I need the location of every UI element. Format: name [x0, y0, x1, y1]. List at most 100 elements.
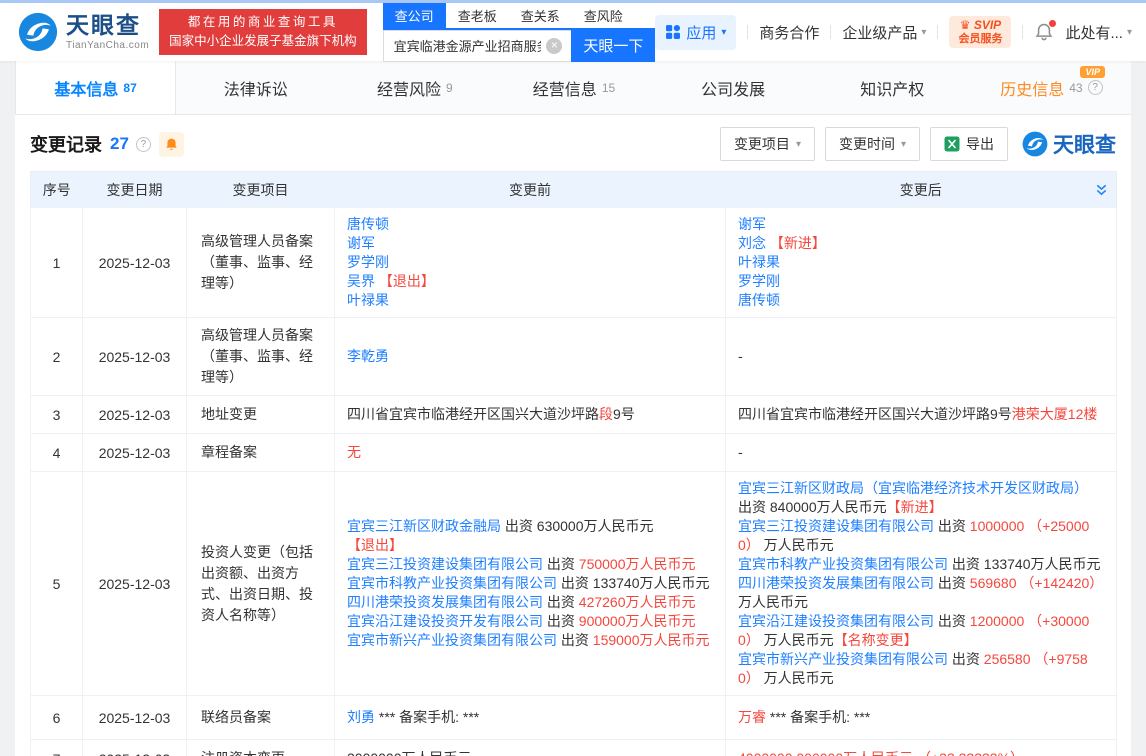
help-icon[interactable]: ? — [136, 137, 151, 152]
table-header-row: 序号 变更日期 变更项目 变更前 变更后 — [31, 172, 1117, 208]
entity-link[interactable]: 李乾勇 — [347, 348, 389, 364]
change-records-table: 序号 变更日期 变更项目 变更前 变更后 12025-12-03高级管理人员备案… — [30, 171, 1117, 756]
cell-line: 叶禄果 — [347, 291, 713, 310]
chevron-down-icon: ▾ — [721, 27, 726, 38]
excel-icon — [944, 136, 960, 152]
apps-menu-button[interactable]: 应用 ▾ — [655, 15, 736, 50]
entity-link[interactable]: 四川港荣投资发展集团有限公司 — [738, 575, 934, 591]
change-date-cell: 2025-12-03 — [83, 740, 187, 756]
cell-text: *** 备案手机: *** — [766, 709, 870, 725]
filter-change-item-button[interactable]: 变更项目 ▾ — [720, 127, 815, 161]
nav-business-cooperation[interactable]: 商务合作 — [759, 22, 819, 43]
cell-line: 宜宾三江新区财政局（宜宾临港经济技术开发区财政局） 出资 840000万人民币元… — [738, 479, 1104, 517]
entity-link[interactable]: 宜宾三江新区财政局（宜宾临港经济技术开发区财政局） — [738, 480, 1088, 496]
table-row: 62025-12-03联络员备案刘勇 *** 备案手机: ***万睿 *** 备… — [31, 696, 1117, 740]
tab-basic-info[interactable]: 基本信息87 — [15, 61, 176, 114]
cell-line: 3000000万人民币元 — [347, 749, 713, 756]
tab-business-risk[interactable]: 经营风险9 — [335, 61, 494, 114]
export-button[interactable]: 导出 — [930, 127, 1008, 161]
svip-member-badge[interactable]: ♛ SVIP 会员服务 — [949, 16, 1011, 49]
divider — [937, 25, 938, 39]
change-tag: 【新进】 — [766, 235, 826, 251]
clear-icon[interactable]: × — [546, 38, 562, 54]
entity-link[interactable]: 唐传顿 — [347, 216, 389, 232]
search-tab-company[interactable]: 查公司 — [383, 3, 446, 28]
notification-dot — [1049, 20, 1056, 27]
cell-line: 李乾勇 — [347, 347, 713, 366]
entity-link[interactable]: 宜宾市科教产业投资集团有限公司 — [347, 575, 557, 591]
change-item-cell: 高级管理人员备案（董事、监事、经理等） — [187, 318, 335, 396]
search-tab-relation[interactable]: 查关系 — [509, 3, 572, 28]
entity-link[interactable]: 刘念 — [738, 235, 766, 251]
entity-link[interactable]: 唐传顿 — [738, 292, 780, 308]
row-number-cell: 5 — [31, 472, 83, 696]
cell-text: 9号 — [613, 406, 635, 422]
tianyancha-logo[interactable]: 天眼查 TianYanCha.com — [18, 12, 149, 52]
change-item-cell: 章程备案 — [187, 434, 335, 472]
change-item-cell: 投资人变更（包括出资额、出资方式、出资日期、投资人名称等） — [187, 472, 335, 696]
highlight-text: 4000000.000000万人民币元 （+33.33333%） — [738, 750, 1024, 756]
cell-text: 出资 — [934, 575, 970, 591]
tab-intellectual-property[interactable]: 知识产权 — [813, 61, 972, 114]
header-nav: 应用 ▾ 商务合作 企业级产品 ▾ ♛ SVIP 会员服务 此处有... ▾ — [655, 15, 1132, 50]
change-date-cell: 2025-12-03 — [83, 434, 187, 472]
entity-link[interactable]: 吴界 — [347, 273, 375, 289]
cell-line: 刘勇 *** 备案手机: *** — [347, 708, 713, 727]
entity-link[interactable]: 四川港荣投资发展集团有限公司 — [347, 594, 543, 610]
subscribe-bell-button[interactable] — [159, 132, 184, 157]
entity-link[interactable]: 宜宾沿江建设投资开发有限公司 — [347, 613, 543, 629]
entity-link[interactable]: 宜宾三江新区财政金融局 — [347, 518, 501, 534]
notification-bell-button[interactable] — [1034, 22, 1054, 42]
search-tab-boss[interactable]: 查老板 — [446, 3, 509, 28]
chevron-down-icon: ▾ — [921, 27, 926, 38]
tab-legal-proceedings[interactable]: 法律诉讼 — [176, 61, 335, 114]
entity-link[interactable]: 宜宾沿江建设投资集团有限公司 — [738, 613, 934, 629]
section-actions: 变更项目 ▾ 变更时间 ▾ 导出 天眼查 — [710, 127, 1116, 161]
tab-history-info[interactable]: 历史信息43?VIP — [972, 61, 1131, 114]
cell-text: 出资 — [934, 613, 970, 629]
slogan-line2: 国家中小企业发展子基金旗下机构 — [169, 32, 357, 51]
entity-link[interactable]: 宜宾市科教产业投资集团有限公司 — [738, 556, 948, 572]
search-input[interactable] — [383, 30, 572, 62]
column-header-no: 序号 — [31, 172, 83, 208]
entity-link[interactable]: 宜宾市新兴产业投资集团有限公司 — [347, 632, 557, 648]
nav-enterprise-products[interactable]: 企业级产品 ▾ — [842, 22, 926, 43]
entity-link[interactable]: 宜宾三江投资建设集团有限公司 — [347, 556, 543, 572]
change-after-cell: 4000000.000000万人民币元 （+33.33333%） — [726, 740, 1117, 756]
entity-link[interactable]: 宜宾市新兴产业投资集团有限公司 — [738, 651, 948, 667]
tab-count: 9 — [446, 81, 453, 95]
cell-line: 罗学刚 — [347, 253, 713, 272]
nav-more-menu[interactable]: 此处有... ▾ — [1065, 22, 1132, 43]
cell-text: 万人民币元 — [760, 632, 834, 648]
filter-change-time-button[interactable]: 变更时间 ▾ — [825, 127, 920, 161]
cell-line: 宜宾市新兴产业投资集团有限公司 出资 159000万人民币元 — [347, 631, 713, 650]
search-tab-risk[interactable]: 查风险 — [572, 3, 635, 28]
change-date-cell: 2025-12-03 — [83, 696, 187, 740]
tab-company-development[interactable]: 公司发展 — [654, 61, 813, 114]
enterprise-label: 企业级产品 — [842, 22, 917, 43]
entity-link[interactable]: 宜宾三江投资建设集团有限公司 — [738, 518, 934, 534]
collapse-all-icon[interactable] — [1095, 183, 1108, 197]
tab-business-info[interactable]: 经营信息15 — [494, 61, 653, 114]
change-date-cell: 2025-12-03 — [83, 472, 187, 696]
entity-link[interactable]: 罗学刚 — [738, 273, 780, 289]
cell-line: 宜宾三江投资建设集团有限公司 出资 1000000 （+250000） 万人民币… — [738, 517, 1104, 555]
slogan-line1: 都在用的商业查询工具 — [169, 13, 357, 32]
table-row: 22025-12-03高级管理人员备案（董事、监事、经理等）李乾勇- — [31, 318, 1117, 396]
help-icon[interactable]: ? — [1088, 80, 1103, 95]
search-button[interactable]: 天眼一下 — [571, 30, 655, 62]
change-after-cell: 四川省宜宾市临港经开区国兴大道沙坪路9号港荣大厦12楼 — [726, 396, 1117, 434]
divider — [1022, 25, 1023, 39]
entity-link[interactable]: 刘勇 — [347, 709, 375, 725]
entity-link[interactable]: 谢军 — [738, 216, 766, 232]
entity-link[interactable]: 叶禄果 — [738, 254, 780, 270]
entity-link[interactable]: 罗学刚 — [347, 254, 389, 270]
tab-count: 87 — [123, 81, 136, 95]
entity-link[interactable]: 谢军 — [347, 235, 375, 251]
cell-text: 万人民币元 — [738, 594, 808, 610]
slogan-badge: 都在用的商业查询工具 国家中小企业发展子基金旗下机构 — [159, 9, 367, 56]
tianyancha-logo-icon — [1022, 131, 1048, 157]
tab-label: 公司发展 — [701, 76, 765, 100]
entity-link[interactable]: 叶禄果 — [347, 292, 389, 308]
cell-text: 万人民币元 — [760, 670, 834, 686]
